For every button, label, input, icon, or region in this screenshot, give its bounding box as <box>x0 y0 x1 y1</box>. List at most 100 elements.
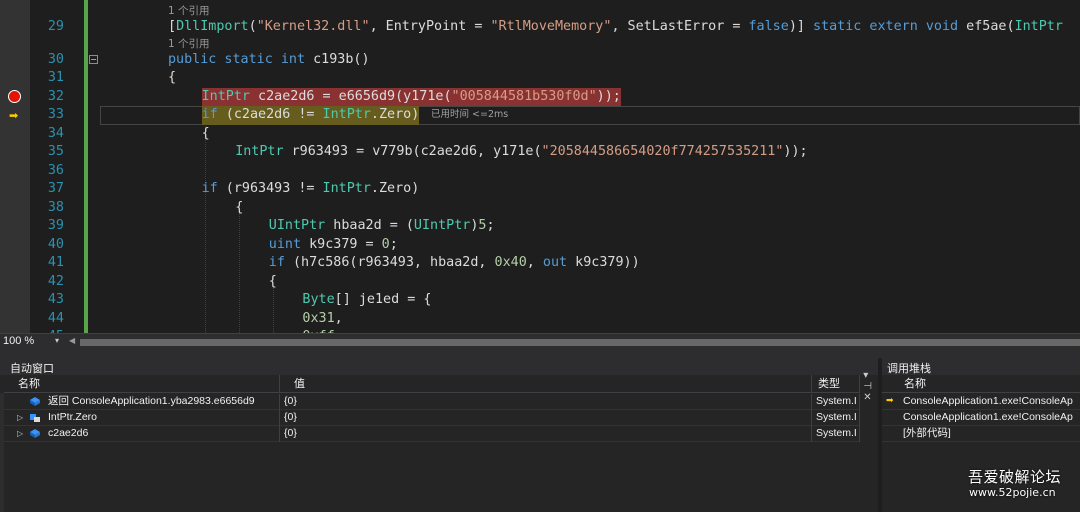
horizontal-scrollbar-thumb[interactable] <box>80 339 1080 346</box>
code-line[interactable]: 30 public static int c193b() − <box>0 51 1080 70</box>
expand-arrow-icon[interactable]: ▷ <box>17 410 23 425</box>
collapse-toggle-icon[interactable]: − <box>89 54 98 64</box>
frame-name: ConsoleApplication1.exe!ConsoleAp <box>903 395 1073 407</box>
column-header-name[interactable]: 名称 <box>882 375 1080 393</box>
code-line[interactable]: 40 uint k9c379 = 0; <box>0 236 1080 255</box>
code-token: { <box>168 70 177 85</box>
cell-name[interactable]: ▷ c2ae2d6 <box>4 426 280 442</box>
cell-value[interactable]: {0} <box>280 410 812 426</box>
code-line[interactable]: 39 UIntPtr hbaa2d = (UIntPtr)5; <box>0 217 1080 236</box>
code-token: c2ae2d6 = e6656d9(y171e( <box>249 88 452 104</box>
code-text[interactable]: { <box>168 69 176 88</box>
code-token: , EntryPoint = <box>369 19 491 34</box>
code-text[interactable]: uint k9c379 = 0; <box>269 236 398 255</box>
column-header-value[interactable]: 值 <box>280 375 812 393</box>
code-token: [] je1ed = { <box>334 292 432 307</box>
close-icon[interactable]: ✕ <box>863 392 871 403</box>
code-text[interactable]: UIntPtr hbaa2d = (UIntPtr)5; <box>269 217 495 236</box>
code-text[interactable]: public static int c193b() <box>168 51 370 70</box>
code-text[interactable]: if (c2ae2d6 != IntPtr.Zero) <box>201 106 420 125</box>
code-editor[interactable]: 1 个引用 29 [DllImport("Kernel32.dll", EntryP… <box>0 0 1080 333</box>
code-line[interactable]: 41 if (h7c586(r963493, hbaa2d, 0x40, out … <box>0 254 1080 273</box>
call-stack-frame[interactable]: [外部代码] <box>882 426 1080 442</box>
code-token: (h7c586(r963493, hbaa2d, <box>284 255 495 270</box>
code-line[interactable]: 37 if (r963493 != IntPtr.Zero) <box>0 180 1080 199</box>
code-token: IntPtr <box>1014 19 1063 34</box>
code-line[interactable]: 43 Byte[] je1ed = { <box>0 291 1080 310</box>
autos-row[interactable]: ▷ c2ae2d6 {0} System.I <box>4 426 860 442</box>
code-line[interactable]: 44 0x31, <box>0 310 1080 329</box>
window-position-dropdown-icon[interactable]: ▾ <box>863 370 868 381</box>
code-token: if <box>201 181 218 196</box>
code-text[interactable]: [DllImport("Kernel32.dll", EntryPoint = … <box>168 18 1063 37</box>
code-line[interactable]: 38 { <box>0 199 1080 218</box>
code-token: UIntPtr <box>268 218 326 233</box>
line-number: 44 <box>47 310 64 326</box>
code-token: (r963493 != <box>217 181 323 196</box>
code-token: [ <box>168 19 177 34</box>
zoom-level[interactable]: 100 % <box>3 335 34 347</box>
cell-value[interactable]: {0} <box>280 394 812 410</box>
code-token: .Zero) <box>370 181 420 196</box>
code-text[interactable]: 0x31, <box>302 310 342 329</box>
code-line[interactable]: 36 <box>0 162 1080 181</box>
code-line[interactable]: 31 { <box>0 69 1080 88</box>
cell-name[interactable]: ▷ IntPtr.Zero <box>4 410 280 426</box>
codelens-reference-count[interactable]: 1 个引用 <box>168 37 210 51</box>
code-token: )); <box>596 88 621 104</box>
current-frame-arrow-icon: ➡ <box>886 396 894 406</box>
column-header-name[interactable]: 名称 <box>4 375 280 393</box>
call-stack-title-bar[interactable]: 调用堆栈 <box>882 358 1080 375</box>
scroll-left-icon[interactable]: ◀ <box>69 336 75 345</box>
cell-value[interactable]: {0} <box>280 426 812 442</box>
variable-name: c2ae2d6 <box>48 427 89 439</box>
cell-name[interactable]: 返回 ConsoleApplication1.yba2983.e6656d9 <box>4 394 280 410</box>
code-line[interactable]: 29 [DllImport("Kernel32.dll", EntryPoint … <box>0 18 1080 37</box>
autos-row[interactable]: ▷ IntPtr.Zero {0} System.I <box>4 410 860 426</box>
code-token: r963493 = v779b(c2ae2d6, y171e( <box>283 144 542 159</box>
autos-row[interactable]: 返回 ConsoleApplication1.yba2983.e6656d9 {0… <box>4 394 860 410</box>
code-text[interactable]: { <box>269 273 277 292</box>
perf-tip[interactable]: 已用时间 <=2ms <box>431 108 508 122</box>
call-stack-frame[interactable]: ConsoleApplication1.exe!ConsoleAp <box>882 410 1080 426</box>
current-statement-arrow-icon[interactable]: ➡ <box>9 110 18 121</box>
code-line[interactable]: 42 { <box>0 273 1080 292</box>
code-token: 0 <box>381 236 390 252</box>
code-line[interactable]: 33 if (c2ae2d6 != IntPtr.Zero) <box>0 106 1080 125</box>
code-token: { <box>201 125 210 141</box>
breakpoint-icon[interactable] <box>8 90 21 103</box>
code-text[interactable]: IntPtr c2ae2d6 = e6656d9(y171e("00584458… <box>201 87 621 106</box>
code-token: "Kernel32.dll" <box>256 19 370 34</box>
cell-type[interactable]: System.I <box>812 410 860 426</box>
code-text[interactable]: Byte[] je1ed = { <box>302 291 431 310</box>
call-stack-frame[interactable]: ➡ ConsoleApplication1.exe!ConsoleAp <box>882 394 1080 410</box>
autos-title-bar[interactable]: 自动窗口 ▾ ⊣ ✕ <box>0 358 878 403</box>
code-text[interactable]: if (r963493 != IntPtr.Zero) <box>202 180 420 199</box>
code-token: (c2ae2d6 != <box>217 107 323 122</box>
code-token: ( <box>248 19 257 34</box>
panel-splitter[interactable] <box>0 350 1080 358</box>
cell-type[interactable]: System.I <box>812 426 860 442</box>
auto-hide-pin-icon[interactable]: ⊣ <box>863 381 872 392</box>
code-text[interactable]: if (h7c586(r963493, hbaa2d, 0x40, out k9… <box>269 254 640 273</box>
call-stack-grid-header: 名称 <box>882 375 1080 393</box>
code-token: "RtlMoveMemory" <box>490 19 612 34</box>
codelens-reference-count[interactable]: 1 个引用 <box>168 4 210 18</box>
zoom-dropdown-icon[interactable]: ▾ <box>55 336 59 345</box>
code-text[interactable]: IntPtr r963493 = v779b(c2ae2d6, y171e("2… <box>235 143 807 162</box>
code-token: IntPtr <box>322 181 371 196</box>
code-token: { <box>268 273 277 289</box>
code-line[interactable]: 32 IntPtr c2ae2d6 = e6656d9(y171e("005844… <box>0 87 1080 106</box>
code-text[interactable]: { <box>202 125 210 144</box>
code-line[interactable]: 34 { <box>0 125 1080 144</box>
code-text[interactable]: { <box>235 199 243 218</box>
cell-type[interactable]: System.I <box>812 394 860 410</box>
column-header-type[interactable]: 类型 <box>812 375 860 393</box>
expand-arrow-icon[interactable]: ▷ <box>17 426 23 441</box>
line-number: 38 <box>47 199 64 215</box>
code-token: hbaa2d = ( <box>325 218 414 233</box>
line-number: 36 <box>47 162 64 178</box>
code-line[interactable]: 35 IntPtr r963493 = v779b(c2ae2d6, y171e(… <box>0 143 1080 162</box>
local-variable-icon <box>30 429 40 438</box>
frame-name: [外部代码] <box>903 427 951 439</box>
